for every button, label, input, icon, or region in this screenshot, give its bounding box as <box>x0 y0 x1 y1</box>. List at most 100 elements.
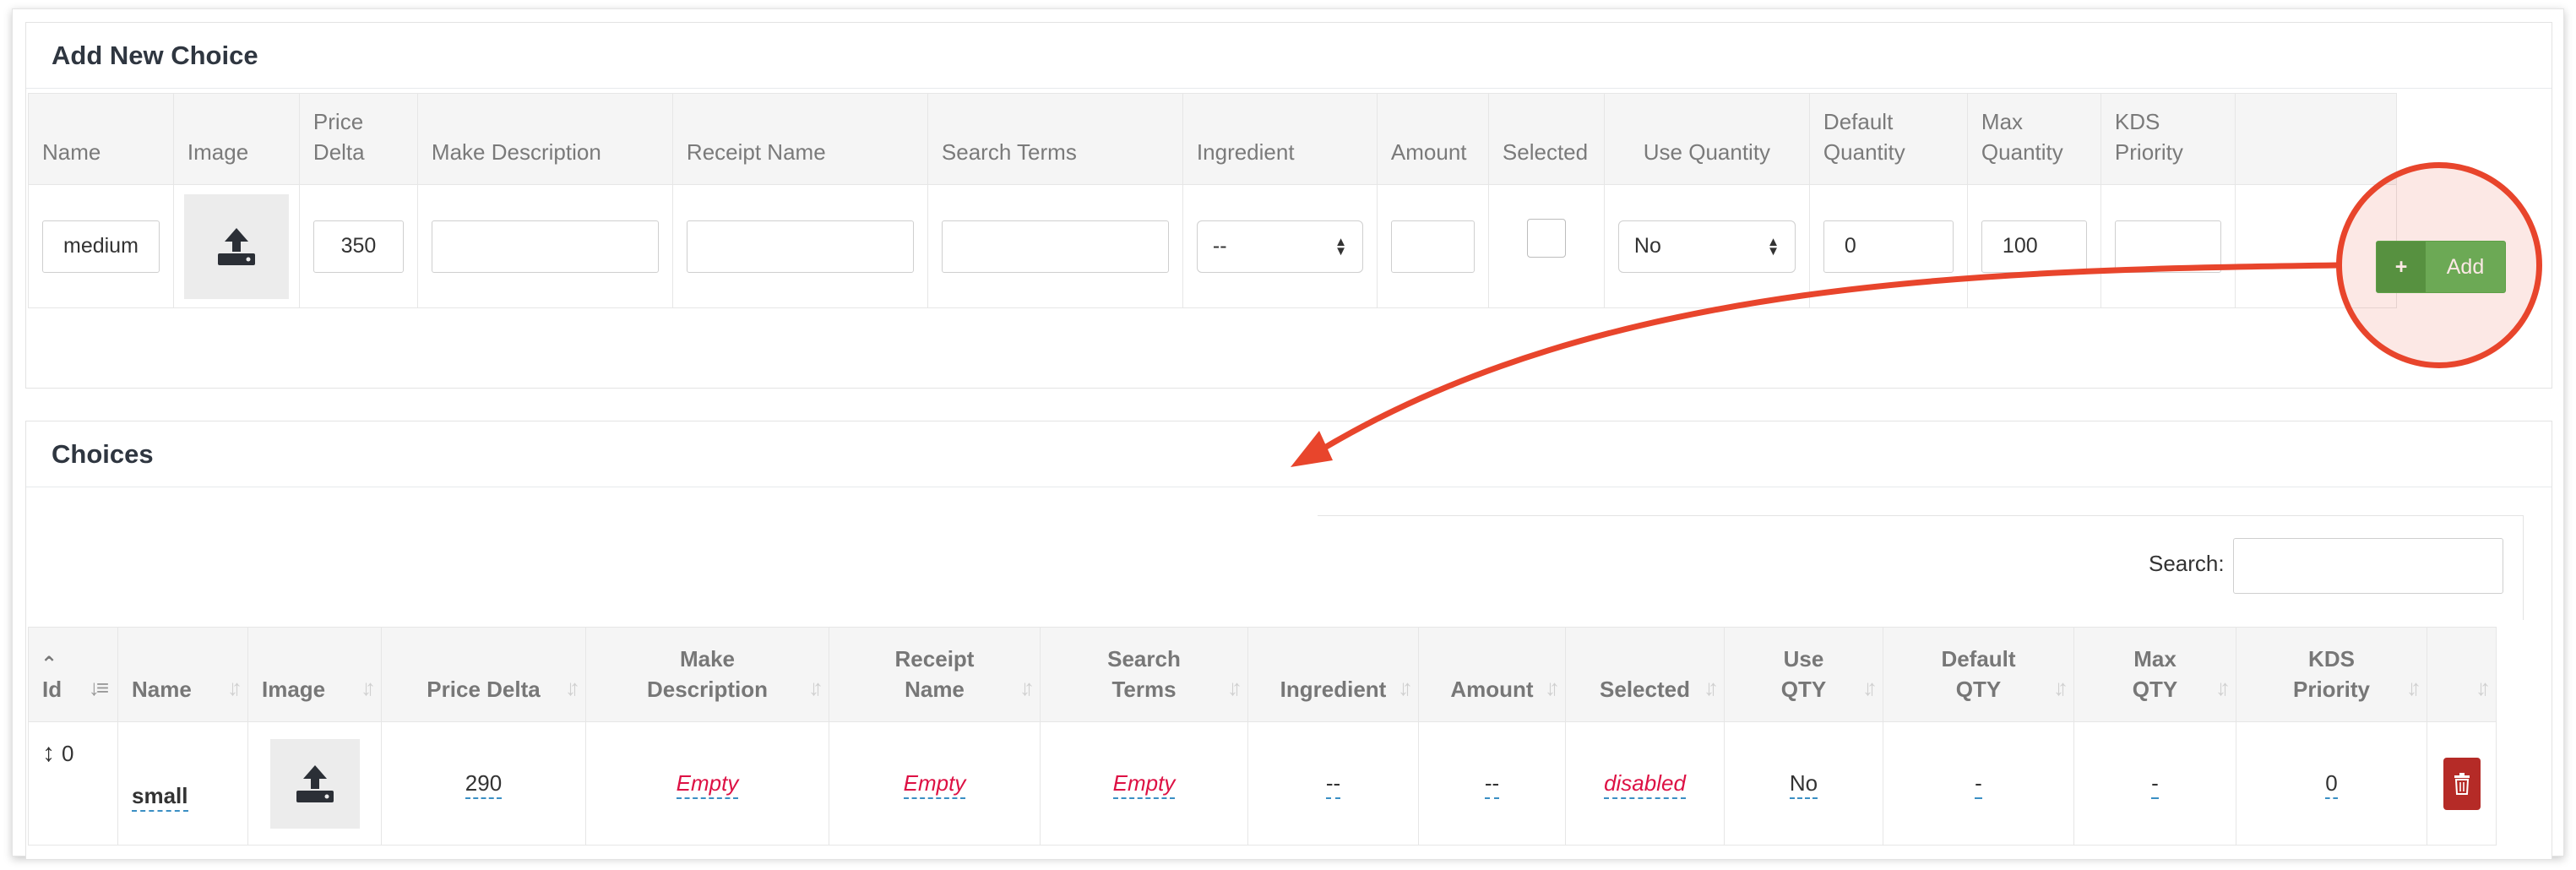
image-upload-button[interactable] <box>183 193 289 299</box>
row-id-cell: ↕ 0 <box>28 721 118 846</box>
row-image-upload[interactable] <box>269 738 360 829</box>
add-choice-input-row: medium 350 -- ▲ ▼ No ▲ ▼ 0 100 <box>28 184 2397 308</box>
header-price-delta-line1: Price <box>312 109 364 134</box>
header-amount: Amount <box>1376 93 1489 185</box>
row-price-delta-cell: 290 <box>381 721 586 846</box>
trash-icon <box>2454 772 2470 795</box>
row-max-qty-cell: - <box>2073 721 2236 846</box>
column-id[interactable]: ⌃ Id ↓≡ <box>28 627 118 722</box>
row-default-qty[interactable]: - <box>1975 770 1982 799</box>
column-selected-label: Selected <box>1600 677 1690 702</box>
header-name: Name <box>28 93 174 185</box>
header-default-quantity: Default Quantity <box>1808 93 1968 185</box>
name-input[interactable]: medium <box>42 220 160 273</box>
row-name[interactable]: small <box>132 783 188 812</box>
delete-button[interactable] <box>2443 757 2481 810</box>
row-make-description[interactable]: Empty <box>676 770 739 799</box>
header-receipt-name: Receipt Name <box>671 93 928 185</box>
row-receipt-name[interactable]: Empty <box>903 770 966 799</box>
sort-icon: ↓↑ <box>1227 675 1242 700</box>
row-use-qty[interactable]: No <box>1789 770 1818 799</box>
header-max-quantity: Max Quantity <box>1966 93 2101 185</box>
header-price-delta: Price Delta <box>298 93 418 185</box>
default-quantity-input[interactable]: 0 <box>1823 220 1954 273</box>
column-make-description-line2: Description <box>646 677 769 702</box>
choices-header-row: ⌃ Id ↓≡ Name ↓↑ Image ↓↑ Price Delta ↓↑ Make D… <box>28 627 2497 722</box>
search-input[interactable] <box>2233 538 2503 594</box>
header-max-quantity-line2: Quantity <box>1981 139 2063 165</box>
column-default-qty-line2: QTY <box>1955 677 2002 702</box>
column-search-terms[interactable]: Search Terms ↓↑ <box>1040 627 1248 722</box>
column-make-description[interactable]: Make Description ↓↑ <box>585 627 829 722</box>
upload-icon <box>217 227 255 265</box>
row-kds-priority[interactable]: 0 <box>2325 770 2338 799</box>
column-image-label: Image <box>262 677 326 702</box>
column-actions[interactable]: ↓↑ <box>2427 627 2497 722</box>
row-search-terms[interactable]: Empty <box>1112 770 1176 799</box>
row-amount[interactable]: -- <box>1484 770 1500 799</box>
column-name[interactable]: Name ↓↑ <box>117 627 248 722</box>
choices-title: Choices <box>26 421 2552 487</box>
column-kds-priority[interactable]: KDS Priority ↓↑ <box>2236 627 2427 722</box>
select-arrows-icon: ▲ ▼ <box>1334 234 1347 258</box>
sort-icon: ↓↑ <box>808 675 823 700</box>
select-arrows-icon: ▲ ▼ <box>1767 234 1780 258</box>
price-delta-input[interactable]: 350 <box>312 220 404 273</box>
row-ingredient[interactable]: -- <box>1325 770 1341 799</box>
sort-icon: ↓↑ <box>1704 675 1719 700</box>
table-row: ↕ 0 small 290 Empty Empty Empty -- -- dis… <box>28 721 2497 846</box>
drag-handle-icon[interactable]: ↕ <box>42 739 55 767</box>
annotation-highlight-circle <box>2336 162 2542 368</box>
column-amount-label: Amount <box>1450 677 1534 702</box>
add-choice-header-row: Name Image Price Delta Make Description R… <box>28 93 2397 185</box>
column-default-qty[interactable]: Default QTY ↓↑ <box>1883 627 2074 722</box>
row-image-cell <box>247 721 382 846</box>
search-terms-input[interactable] <box>941 220 1169 273</box>
row-selected[interactable]: disabled <box>1604 770 1686 799</box>
sort-icon: ↓↑ <box>1862 675 1878 700</box>
column-name-label: Name <box>132 677 192 702</box>
header-actions <box>2234 93 2397 185</box>
column-price-delta[interactable]: Price Delta ↓↑ <box>381 627 586 722</box>
sort-icon: ↓↑ <box>2053 675 2068 700</box>
ingredient-select-value: -- <box>1212 234 1227 258</box>
column-ingredient-label: Ingredient <box>1280 677 1387 702</box>
column-max-qty[interactable]: Max QTY ↓↑ <box>2073 627 2236 722</box>
header-default-quantity-line2: Quantity <box>1823 139 1905 165</box>
column-image[interactable]: Image ↓↑ <box>247 627 382 722</box>
column-ingredient[interactable]: Ingredient ↓↑ <box>1247 627 1419 722</box>
column-search-terms-line2: Terms <box>1111 677 1177 702</box>
sort-icon: ↓↑ <box>1019 675 1035 700</box>
amount-input[interactable] <box>1390 220 1475 273</box>
header-max-quantity-line1: Max <box>1981 109 2024 134</box>
make-description-input[interactable] <box>431 220 659 273</box>
row-make-description-cell: Empty <box>585 721 829 846</box>
sort-icon: ↓↑ <box>1545 675 1560 700</box>
column-selected[interactable]: Selected ↓↑ <box>1565 627 1725 722</box>
max-quantity-input[interactable]: 100 <box>1981 220 2087 273</box>
column-amount[interactable]: Amount ↓↑ <box>1418 627 1566 722</box>
use-quantity-select[interactable]: No ▲ ▼ <box>1617 220 1796 273</box>
row-max-qty[interactable]: - <box>2151 770 2159 799</box>
header-selected: Selected <box>1487 93 1605 185</box>
header-use-quantity: Use Quantity <box>1603 93 1810 185</box>
column-use-qty-line2: QTY <box>1780 677 1827 702</box>
column-receipt-name[interactable]: Receipt Name ↓↑ <box>829 627 1041 722</box>
add-choice-table: Name Image Price Delta Make Description R… <box>28 93 2397 308</box>
row-amount-cell: -- <box>1418 721 1566 846</box>
kds-priority-input[interactable] <box>2114 220 2221 273</box>
header-kds-priority: KDS Priority <box>2100 93 2236 185</box>
row-use-qty-cell: No <box>1724 721 1883 846</box>
row-name-cell: small <box>117 721 248 846</box>
sort-icon: ↓↑ <box>227 675 242 700</box>
ingredient-select[interactable]: -- ▲ ▼ <box>1196 220 1363 273</box>
column-make-description-line1: Make <box>679 646 736 672</box>
row-selected-cell: disabled <box>1565 721 1725 846</box>
sort-icon: ↓↑ <box>565 675 580 700</box>
receipt-name-input[interactable] <box>686 220 914 273</box>
column-use-qty[interactable]: Use QTY ↓↑ <box>1724 627 1883 722</box>
row-price-delta[interactable]: 290 <box>465 770 503 799</box>
sort-icon: ↓↑ <box>2215 675 2231 700</box>
selected-checkbox[interactable] <box>1526 218 1566 258</box>
column-max-qty-line2: QTY <box>2132 677 2178 702</box>
